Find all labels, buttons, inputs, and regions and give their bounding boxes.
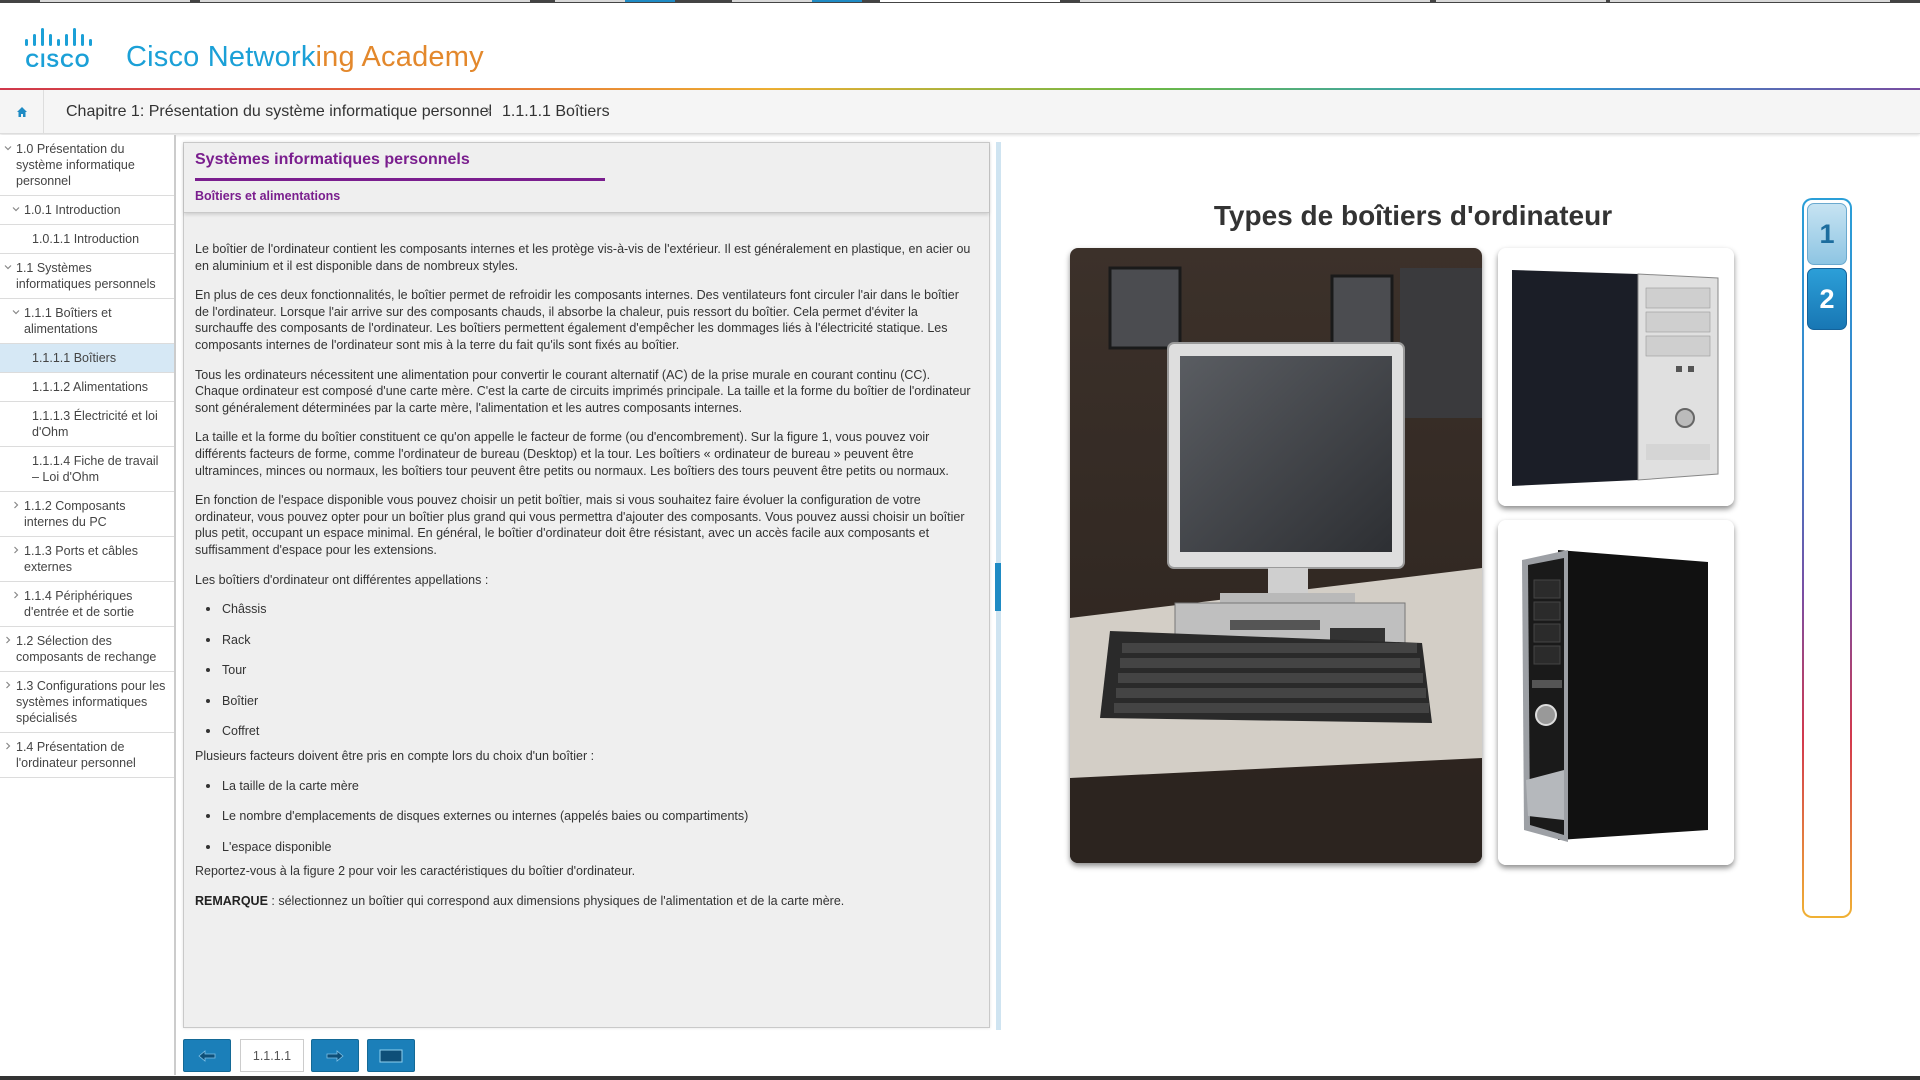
sidebar-item-1-0-1[interactable]: 1.0.1 Introduction [0, 196, 174, 225]
sidebar-item-label: 1.1.2 Composants internes du PC [24, 499, 126, 529]
arrow-right-icon [326, 1049, 344, 1062]
breadcrumb-separator: › [486, 102, 492, 119]
content-header: Systèmes informatiques personnels Boîtie… [184, 143, 989, 213]
sidebar-item-label: 1.0.1 Introduction [24, 203, 121, 217]
figure-tab-1[interactable]: 1 [1807, 203, 1847, 265]
sidebar-item-1-1-2[interactable]: 1.1.2 Composants internes du PC [0, 492, 174, 537]
sidebar-item-label: 1.0 Présentation du système informatique… [16, 142, 135, 188]
sidebar-item-1-1-1-1[interactable]: 1.1.1.1 Boîtiers [0, 344, 174, 373]
desktop-computer-photo [1070, 248, 1482, 863]
black-tower-photo [1498, 248, 1734, 506]
sidebar-item-1-1-1-4[interactable]: 1.1.1.4 Fiche de travail – Loi d'Ohm [0, 447, 174, 492]
splitter-handle[interactable] [995, 563, 1001, 611]
list-item: L'espace disponible [195, 839, 975, 856]
chevron-right-icon [14, 501, 19, 509]
sidebar-item-label: 1.1.1.3 Électricité et loi d'Ohm [32, 409, 158, 439]
content-panel: Systèmes informatiques personnels Boîtie… [183, 142, 990, 1028]
sidebar-item-label: 1.1.4 Périphériques d'entrée et de sorti… [24, 589, 135, 619]
note-text: : sélectionnez un boîtier qui correspond… [267, 894, 845, 909]
previous-page-button[interactable] [183, 1039, 231, 1072]
content-body: Le boîtier de l'ordinateur contient les … [195, 241, 975, 923]
svg-text:CISCO: CISCO [25, 51, 90, 71]
brand-title: Cisco Networking Academy [126, 41, 484, 73]
page-number-field[interactable]: 1.1.1.1 [240, 1039, 304, 1072]
sidebar-item-label: 1.4 Présentation de l'ordinateur personn… [16, 740, 136, 770]
next-page-button[interactable] [311, 1039, 359, 1072]
sidebar-item-1-0-1-1[interactable]: 1.0.1.1 Introduction [0, 225, 174, 254]
chevron-right-icon [14, 591, 19, 599]
paragraph: Tous les ordinateurs nécessitent une ali… [195, 367, 971, 415]
sidebar-item-label: 1.1.1 Boîtiers et alimentations [24, 306, 112, 336]
sidebar-item-label: 1.2 Sélection des composants de rechange [16, 634, 157, 664]
title-underline [195, 178, 605, 181]
sidebar-item-1-3[interactable]: 1.3 Configurations pour les systèmes inf… [0, 672, 174, 733]
sidebar-item-label: 1.3 Configurations pour les systèmes inf… [16, 679, 166, 725]
figure-tab-strip: 1 2 [1802, 198, 1852, 918]
sidebar-item-1-4[interactable]: 1.4 Présentation de l'ordinateur personn… [0, 733, 174, 778]
chevron-right-icon [6, 636, 11, 644]
breadcrumb-page: 1.1.1.1 Boîtiers [502, 103, 610, 120]
paragraph: Reportez-vous à la figure 2 pour voir le… [195, 864, 636, 879]
list-item: Coffret [195, 723, 975, 740]
list-item: Tour [195, 662, 975, 679]
course-outline-sidebar: 1.0 Présentation du système informatique… [0, 135, 176, 1075]
factors-list: La taille de la carte mère Le nombre d'e… [195, 778, 975, 856]
sidebar-item-label: 1.1 Systèmes informatiques personnels [16, 261, 156, 291]
chevron-down-icon [4, 265, 12, 270]
sidebar-item-label: 1.1.3 Ports et câbles externes [24, 544, 138, 574]
breadcrumb: Chapitre 1: Présentation du système info… [0, 90, 1920, 134]
paragraph: Le boîtier de l'ordinateur contient les … [195, 242, 971, 273]
list-item: Châssis [195, 601, 975, 618]
bottom-strip [0, 1076, 1920, 1080]
sidebar-item-label: 1.0.1.1 Introduction [32, 232, 140, 246]
fullscreen-button[interactable] [367, 1039, 415, 1072]
site-header: CISCO Cisco Networking Academy [0, 3, 1920, 89]
sidebar-item-label: 1.1.1.4 Fiche de travail – Loi d'Ohm [32, 454, 159, 484]
list-item: Le nombre d'emplacements de disques exte… [195, 808, 975, 825]
note-label: REMARQUE [195, 894, 268, 909]
silver-tower-photo [1498, 520, 1734, 865]
sidebar-item-1-1-1-2[interactable]: 1.1.1.2 Alimentations [0, 373, 174, 402]
list-item: La taille de la carte mère [195, 778, 975, 795]
screen-icon [379, 1049, 403, 1062]
paragraph: Les boîtiers d'ordinateur ont différente… [195, 572, 489, 587]
home-icon [16, 106, 27, 117]
chevron-down-icon [12, 310, 20, 315]
arrow-left-icon [198, 1049, 216, 1062]
list-item: Boîtier [195, 693, 975, 710]
page-subtitle: Boîtiers et alimentations [195, 189, 341, 203]
figure-tab-2[interactable]: 2 [1807, 268, 1847, 330]
chevron-right-icon [14, 546, 19, 554]
paragraph: La taille et la forme du boîtier constit… [195, 430, 949, 478]
sidebar-item-1-1-1[interactable]: 1.1.1 Boîtiers et alimentations [0, 299, 174, 344]
sidebar-item-1-1-3[interactable]: 1.1.3 Ports et câbles externes [0, 537, 174, 582]
breadcrumb-chapter[interactable]: Chapitre 1: Présentation du système info… [66, 103, 492, 121]
paragraph: En fonction de l'espace disponible vous … [195, 493, 965, 557]
chevron-right-icon [6, 681, 11, 689]
sidebar-item-label: 1.1.1.1 Boîtiers [32, 351, 117, 365]
chevron-down-icon [4, 146, 12, 151]
sidebar-item-1-1-1-3[interactable]: 1.1.1.3 Électricité et loi d'Ohm [0, 402, 174, 447]
chevron-down-icon [12, 207, 20, 212]
chevron-right-icon [6, 742, 11, 750]
paragraph: En plus de ces deux fonctionnalités, le … [195, 288, 959, 352]
note-paragraph: REMARQUE : sélectionnez un boîtier qui c… [195, 893, 975, 910]
sidebar-item-1-1-4[interactable]: 1.1.4 Périphériques d'entrée et de sorti… [0, 582, 174, 627]
sidebar-item-label: 1.1.1.2 Alimentations [32, 380, 149, 394]
home-button[interactable] [0, 90, 44, 133]
page-title: Systèmes informatiques personnels [195, 151, 470, 168]
case-names-list: Châssis Rack Tour Boîtier Coffret [195, 601, 975, 740]
figure-title: Types de boîtiers d'ordinateur [1213, 200, 1613, 231]
paragraph: Plusieurs facteurs doivent être pris en … [195, 749, 595, 764]
cisco-logo[interactable]: CISCO [24, 25, 104, 72]
list-item: Rack [195, 632, 975, 649]
sidebar-item-1-0[interactable]: 1.0 Présentation du système informatique… [0, 135, 174, 196]
sidebar-item-1-1[interactable]: 1.1 Systèmes informatiques personnels [0, 254, 174, 299]
sidebar-item-1-2[interactable]: 1.2 Sélection des composants de rechange [0, 627, 174, 672]
